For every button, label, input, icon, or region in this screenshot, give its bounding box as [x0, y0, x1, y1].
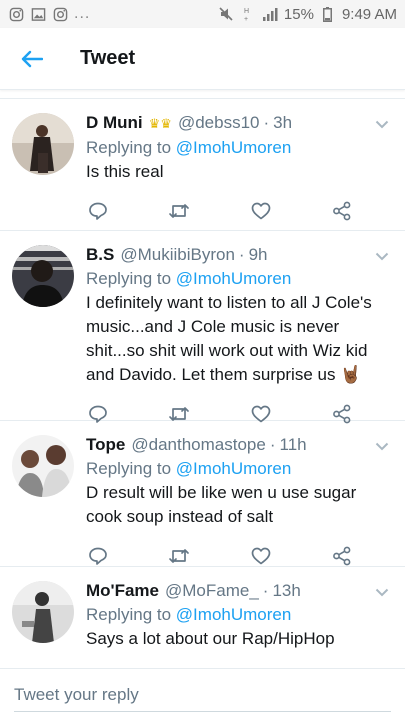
- timestamp: 3h: [273, 113, 293, 132]
- tweet-menu-button[interactable]: [373, 583, 391, 601]
- replying-to: Replying to @ImohUmoren: [86, 136, 391, 160]
- reply-button[interactable]: [86, 199, 110, 223]
- tweet-actions: [86, 184, 354, 234]
- heart-icon: [251, 547, 271, 565]
- replying-to-link[interactable]: @ImohUmoren: [176, 459, 292, 478]
- replying-to-label: Replying to: [86, 269, 172, 288]
- share-icon: [333, 546, 351, 566]
- retweet-button[interactable]: [167, 199, 191, 223]
- user-handle[interactable]: @MukiibiByron: [120, 243, 235, 267]
- display-name[interactable]: Mo'Fame: [86, 579, 159, 603]
- back-arrow-icon: [21, 50, 43, 67]
- avatar[interactable]: [12, 435, 74, 497]
- status-right: H + 15% 9:49 AM: [218, 6, 397, 23]
- tweet-text: Is this real: [86, 162, 164, 181]
- display-name[interactable]: B.S: [86, 243, 114, 267]
- clock: 9:49 AM: [341, 5, 397, 23]
- retweet-button[interactable]: [167, 544, 191, 568]
- gallery-icon: [30, 6, 46, 22]
- retweet-icon: [169, 549, 190, 563]
- timestamp: 11h: [279, 435, 307, 454]
- tweet-header: B.S @MukiibiByron · 9h: [86, 243, 391, 267]
- replies-feed[interactable]: D Muni ♛♛ @debss10 · 3h Replying to @Imo…: [0, 98, 405, 668]
- more-notifications: ...: [74, 5, 91, 22]
- separator-dot: ·: [269, 435, 276, 454]
- user-handle[interactable]: @danthomastope: [131, 433, 265, 457]
- chevron-down-icon: [375, 442, 389, 450]
- avatar[interactable]: [12, 245, 74, 307]
- timestamp: 13h: [272, 581, 301, 600]
- page-title: Tweet: [80, 47, 136, 69]
- status-left: ...: [8, 5, 90, 23]
- reply-icon: [89, 202, 107, 220]
- user-handle[interactable]: @MoFame_: [165, 579, 259, 603]
- replying-to-link[interactable]: @ImohUmoren: [176, 138, 292, 157]
- tweet-text: D result will be like wen u use sugar co…: [86, 483, 357, 526]
- chevron-down-icon: [375, 252, 389, 260]
- separator-dot: ·: [262, 581, 269, 600]
- tweet-header: D Muni ♛♛ @debss10 · 3h: [86, 111, 391, 136]
- hplus-network-icon: H +: [240, 6, 256, 22]
- separator-dot: ·: [238, 245, 245, 264]
- separator-dot: ·: [263, 113, 270, 132]
- tweet[interactable]: B.S @MukiibiByron · 9h Replying to @Imoh…: [0, 231, 405, 424]
- reply-composer: [0, 668, 405, 720]
- display-name[interactable]: Tope: [86, 433, 125, 457]
- mute-icon: [218, 6, 234, 22]
- retweet-icon: [169, 204, 190, 218]
- tweet[interactable]: Tope @danthomastope · 11h Replying to @I…: [0, 421, 405, 567]
- reply-icon: [89, 547, 107, 565]
- tweet-menu-button[interactable]: [373, 437, 391, 455]
- crown-emoji-icon: ♛♛: [148, 116, 172, 131]
- share-icon: [333, 201, 351, 221]
- replying-to: Replying to @ImohUmoren: [86, 267, 391, 291]
- heart-icon: [251, 202, 271, 220]
- signal-icon: [262, 6, 278, 22]
- replying-to: Replying to @ImohUmoren: [86, 603, 391, 627]
- tweet-text: I definitely want to listen to all J Col…: [86, 293, 372, 384]
- app-header: Tweet: [0, 28, 405, 90]
- instagram-icon-2: [52, 6, 68, 22]
- back-button[interactable]: [8, 35, 56, 83]
- display-name[interactable]: D Muni: [86, 111, 143, 135]
- avatar[interactable]: [12, 113, 74, 175]
- status-bar: ... H + 15% 9:49 AM: [0, 0, 405, 28]
- tweet-text: Says a lot about our Rap/HipHop: [86, 629, 335, 648]
- user-handle[interactable]: @debss10: [178, 111, 260, 135]
- avatar[interactable]: [12, 581, 74, 643]
- reply-input[interactable]: [14, 684, 391, 705]
- tweet-menu-button[interactable]: [373, 247, 391, 265]
- reply-button[interactable]: [86, 544, 110, 568]
- share-button[interactable]: [330, 199, 354, 223]
- replying-to-label: Replying to: [86, 605, 172, 624]
- share-button[interactable]: [330, 544, 354, 568]
- chevron-down-icon: [375, 120, 389, 128]
- replying-to-link[interactable]: @ImohUmoren: [176, 605, 292, 624]
- chevron-down-icon: [375, 588, 389, 596]
- battery-icon: [320, 6, 336, 22]
- tweet-header: Tope @danthomastope · 11h: [86, 433, 391, 457]
- timestamp: 9h: [248, 245, 268, 264]
- like-button[interactable]: [249, 199, 273, 223]
- composer-underline: [14, 711, 391, 712]
- tweet-actions: [86, 651, 354, 668]
- battery-percent: 15%: [283, 5, 314, 23]
- tweet-menu-button[interactable]: [373, 115, 391, 133]
- replying-to-link[interactable]: @ImohUmoren: [176, 269, 292, 288]
- replying-to-label: Replying to: [86, 138, 172, 157]
- replying-to: Replying to @ImohUmoren: [86, 457, 391, 481]
- tweet-header: Mo'Fame @MoFame_ · 13h: [86, 579, 391, 603]
- tweet[interactable]: Mo'Fame @MoFame_ · 13h Replying to @Imoh…: [0, 567, 405, 668]
- svg-text:H: H: [244, 8, 249, 15]
- like-button[interactable]: [249, 544, 273, 568]
- instagram-icon: [8, 6, 24, 22]
- replying-to-label: Replying to: [86, 459, 172, 478]
- svg-text:+: +: [244, 16, 248, 22]
- tweet[interactable]: D Muni ♛♛ @debss10 · 3h Replying to @Imo…: [0, 99, 405, 231]
